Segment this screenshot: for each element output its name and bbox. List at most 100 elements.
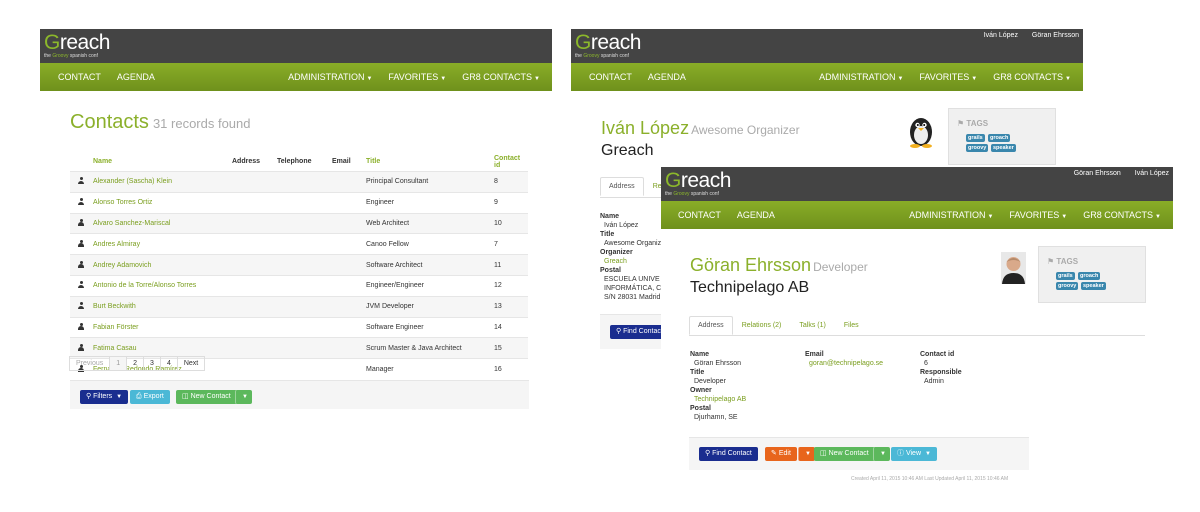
contacts-table: Name Address Telephone Email Title Conta… bbox=[70, 152, 528, 379]
nav-gr8-contacts[interactable]: GR8 CONTACTS ▼ bbox=[993, 72, 1071, 82]
tab-address[interactable]: Address bbox=[600, 177, 644, 196]
person-icon bbox=[70, 212, 92, 234]
pager-page-3[interactable]: 3 bbox=[143, 356, 161, 371]
tab-talks[interactable]: Talks (1) bbox=[790, 316, 834, 335]
contact-name-link[interactable]: Alexander (Sascha) Klein bbox=[92, 171, 231, 193]
cell-telephone bbox=[276, 212, 331, 234]
owner-link[interactable]: Technipelago AB bbox=[690, 395, 746, 404]
col-title[interactable]: Title bbox=[365, 152, 493, 172]
contact-name-link[interactable]: Fabian Förster bbox=[92, 316, 231, 338]
nav-contact[interactable]: CONTACT bbox=[589, 72, 632, 82]
cell-telephone bbox=[276, 233, 331, 255]
view-button[interactable]: ⓘ View ▼ bbox=[891, 447, 937, 461]
nav-agenda[interactable]: AGENDA bbox=[117, 72, 155, 82]
tag[interactable]: groovy bbox=[966, 144, 989, 152]
nav-administration[interactable]: ADMINISTRATION ▼ bbox=[819, 72, 903, 82]
greach-logo[interactable]: Greach the Groovy spanish conf bbox=[575, 32, 641, 59]
new-contact-button[interactable]: ◫ New Contact bbox=[814, 447, 875, 461]
contact-name-link[interactable]: Andres Almiray bbox=[92, 233, 231, 255]
cell-title: Canoo Fellow bbox=[365, 233, 493, 255]
table-row[interactable]: Andres Almiray Canoo Fellow 7 bbox=[70, 233, 528, 255]
cell-address bbox=[231, 171, 276, 193]
pager-page-2[interactable]: 2 bbox=[126, 356, 145, 371]
avatar bbox=[1001, 252, 1026, 284]
find-contact-button[interactable]: ⚲ Find Contac bbox=[610, 325, 667, 339]
person-icon bbox=[70, 274, 92, 297]
nav-favorites[interactable]: FAVORITES ▼ bbox=[388, 72, 446, 82]
nav-favorites[interactable]: FAVORITES ▼ bbox=[919, 72, 977, 82]
tab-address[interactable]: Address bbox=[689, 316, 733, 335]
tag-icon: ⚑ bbox=[1047, 257, 1055, 266]
find-contact-button[interactable]: ⚲ Find Contact bbox=[699, 447, 758, 461]
greach-logo[interactable]: Greach the Groovy spanish conf bbox=[665, 170, 731, 197]
table-row[interactable]: Andrey Adamovich Software Architect 11 bbox=[70, 254, 528, 276]
new-contact-dropdown[interactable]: ▼ bbox=[235, 390, 252, 404]
cell-telephone bbox=[276, 171, 331, 193]
caret-down-icon: ▼ bbox=[880, 451, 886, 457]
table-row[interactable]: Alonso Torres Ortiz Engineer 9 bbox=[70, 191, 528, 214]
nav-administration[interactable]: ADMINISTRATION ▼ bbox=[288, 72, 372, 82]
user-link[interactable]: Iván López bbox=[984, 32, 1018, 39]
nav-gr8-contacts[interactable]: GR8 CONTACTS ▼ bbox=[1083, 210, 1161, 220]
greach-logo[interactable]: Greach the Groovy spanish conf bbox=[44, 32, 110, 59]
logged-users: Göran Ehrsson Iván López bbox=[1062, 170, 1169, 177]
audit-footer: Created April 11, 2015 10:46 AM Last Upd… bbox=[851, 476, 1009, 482]
contact-name-link[interactable]: Alonso Torres Ortiz bbox=[92, 191, 231, 214]
tag[interactable]: speaker bbox=[1081, 282, 1106, 290]
cell-address bbox=[231, 191, 276, 214]
col-name[interactable]: Name bbox=[92, 152, 231, 172]
cell-email bbox=[331, 274, 365, 297]
cell-title: Engineer bbox=[365, 191, 493, 214]
cell-title: JVM Developer bbox=[365, 295, 493, 318]
tag[interactable]: groach bbox=[1078, 272, 1101, 280]
new-contact-dropdown[interactable]: ▼ bbox=[873, 447, 890, 461]
cell-email bbox=[331, 358, 365, 379]
cell-contact-id: 13 bbox=[493, 295, 528, 318]
new-contact-button[interactable]: ◫ New Contact bbox=[176, 390, 237, 404]
contact-name-link[interactable]: Andrey Adamovich bbox=[92, 254, 231, 276]
cell-address bbox=[231, 358, 276, 379]
tag[interactable]: speaker bbox=[991, 144, 1016, 152]
cell-email bbox=[331, 233, 365, 255]
table-row[interactable]: Burt Beckwith JVM Developer 13 bbox=[70, 295, 528, 318]
nav-gr8-contacts[interactable]: GR8 CONTACTS ▼ bbox=[462, 72, 540, 82]
tag[interactable]: groach bbox=[988, 134, 1011, 142]
edit-button[interactable]: ✎ Edit bbox=[765, 447, 797, 461]
tag[interactable]: grails bbox=[966, 134, 985, 142]
edit-dropdown[interactable]: ▼ bbox=[798, 447, 815, 461]
contact-name-link[interactable]: Burt Beckwith bbox=[92, 295, 231, 318]
caret-down-icon: ▼ bbox=[1061, 214, 1068, 220]
user-link[interactable]: Iván López bbox=[1135, 170, 1169, 177]
export-button[interactable]: ⎙ Export bbox=[130, 390, 170, 404]
nav-agenda[interactable]: AGENDA bbox=[648, 72, 686, 82]
tab-relations[interactable]: Relations (2) bbox=[733, 316, 791, 335]
nav-agenda[interactable]: AGENDA bbox=[737, 210, 775, 220]
contacts-list-window: Greach the Groovy spanish conf CONTACT AG… bbox=[40, 29, 552, 409]
pager-next[interactable]: Next bbox=[176, 356, 206, 371]
table-row[interactable]: Alvaro Sanchez-Mariscal Web Architect 10 bbox=[70, 212, 528, 234]
tag[interactable]: grails bbox=[1056, 272, 1075, 280]
contact-name-link[interactable]: Antonio de la Torre/Alonso Torres bbox=[92, 274, 231, 297]
user-link[interactable]: Göran Ehrsson bbox=[1074, 170, 1121, 177]
nav-contact[interactable]: CONTACT bbox=[58, 72, 101, 82]
tab-files[interactable]: Files bbox=[835, 316, 868, 335]
tag[interactable]: groovy bbox=[1056, 282, 1079, 290]
table-row[interactable]: Fabian Förster Software Engineer 14 bbox=[70, 316, 528, 338]
person-icon bbox=[70, 171, 92, 193]
cell-contact-id: 15 bbox=[493, 337, 528, 359]
email-link[interactable]: goran@technipelago.se bbox=[805, 359, 883, 368]
user-link[interactable]: Göran Ehrsson bbox=[1032, 32, 1079, 39]
pager-page-4[interactable]: 4 bbox=[159, 356, 178, 371]
nav-contact[interactable]: CONTACT bbox=[678, 210, 721, 220]
tags-label: ⚑ TAGS bbox=[1047, 257, 1079, 266]
record-count: 31 records found bbox=[152, 116, 251, 131]
table-row[interactable]: Alexander (Sascha) Klein Principal Consul… bbox=[70, 171, 528, 193]
tags-label: ⚑ TAGS bbox=[957, 119, 989, 128]
col-contact-id[interactable]: Contact id bbox=[493, 152, 528, 172]
contact-name-link[interactable]: Alvaro Sanchez-Mariscal bbox=[92, 212, 231, 234]
table-row[interactable]: Antonio de la Torre/Alonso Torres Enginee… bbox=[70, 274, 528, 297]
person-icon bbox=[70, 191, 92, 214]
filters-button[interactable]: ⚲ Filters ▼ bbox=[80, 390, 129, 404]
nav-administration[interactable]: ADMINISTRATION ▼ bbox=[909, 210, 993, 220]
nav-favorites[interactable]: FAVORITES ▼ bbox=[1009, 210, 1067, 220]
